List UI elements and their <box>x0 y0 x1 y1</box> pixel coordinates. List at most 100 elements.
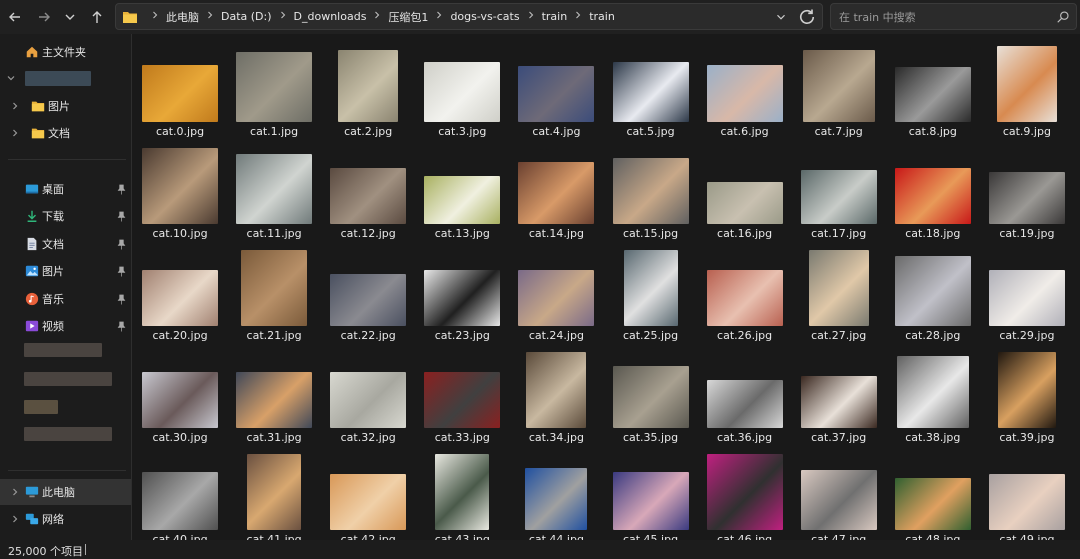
file-tile[interactable]: cat.27.jpg <box>792 249 886 349</box>
file-name[interactable]: cat.4.jpg <box>509 125 603 138</box>
file-tile[interactable]: cat.26.jpg <box>698 249 792 349</box>
file-tile[interactable]: cat.38.jpg <box>886 351 980 451</box>
chevron-right-icon[interactable] <box>279 11 287 22</box>
file-tile[interactable]: cat.19.jpg <box>980 147 1074 247</box>
file-tile[interactable]: cat.29.jpg <box>980 249 1074 349</box>
file-name[interactable]: cat.48.jpg <box>886 533 980 540</box>
file-tile[interactable]: cat.46.jpg <box>698 453 792 540</box>
image-thumbnail[interactable] <box>435 454 490 530</box>
file-tile[interactable]: cat.15.jpg <box>604 147 698 247</box>
image-thumbnail[interactable] <box>236 372 313 428</box>
search-icon[interactable] <box>1056 10 1070 24</box>
redacted-folder[interactable] <box>24 427 112 441</box>
file-name[interactable]: cat.26.jpg <box>698 329 792 342</box>
file-name[interactable]: cat.16.jpg <box>698 227 792 240</box>
file-name[interactable]: cat.1.jpg <box>227 125 321 138</box>
file-name[interactable]: cat.7.jpg <box>792 125 886 138</box>
file-tile[interactable]: cat.14.jpg <box>509 147 603 247</box>
redacted-folder[interactable] <box>24 372 112 386</box>
file-tile[interactable]: cat.6.jpg <box>698 45 792 145</box>
file-name[interactable]: cat.43.jpg <box>415 533 509 540</box>
file-tile[interactable]: cat.5.jpg <box>604 45 698 145</box>
file-name[interactable]: cat.20.jpg <box>133 329 227 342</box>
file-name[interactable]: cat.46.jpg <box>698 533 792 540</box>
image-thumbnail[interactable] <box>706 380 783 428</box>
file-tile[interactable]: cat.23.jpg <box>415 249 509 349</box>
sidebar-item-documents[interactable]: 文档 <box>0 231 131 257</box>
image-thumbnail[interactable] <box>142 472 218 530</box>
image-thumbnail[interactable] <box>808 250 869 326</box>
file-name[interactable]: cat.39.jpg <box>980 431 1074 444</box>
chevron-right-icon[interactable] <box>435 11 443 22</box>
chevron-right-icon[interactable] <box>10 101 20 111</box>
file-tile[interactable]: cat.17.jpg <box>792 147 886 247</box>
search-box[interactable] <box>830 3 1077 30</box>
image-thumbnail[interactable] <box>706 65 783 122</box>
image-thumbnail[interactable] <box>338 50 399 122</box>
file-tile[interactable]: cat.35.jpg <box>604 351 698 451</box>
image-thumbnail[interactable] <box>236 154 313 224</box>
file-tile[interactable]: cat.2.jpg <box>321 45 415 145</box>
image-thumbnail[interactable] <box>330 274 407 326</box>
address-bar[interactable]: 此电脑 Data (D:) D_downloads 压缩包1 dogs-vs-cats t… <box>115 3 823 30</box>
file-tile[interactable]: cat.36.jpg <box>698 351 792 451</box>
file-tile[interactable]: cat.49.jpg <box>980 453 1074 540</box>
file-tile[interactable]: cat.16.jpg <box>698 147 792 247</box>
chevron-right-icon[interactable] <box>10 514 20 524</box>
file-tile[interactable]: cat.43.jpg <box>415 453 509 540</box>
image-thumbnail[interactable] <box>894 67 971 122</box>
file-tile[interactable]: cat.0.jpg <box>133 45 227 145</box>
pin-icon[interactable] <box>117 211 126 222</box>
file-tile[interactable]: cat.32.jpg <box>321 351 415 451</box>
chevron-right-icon[interactable] <box>151 11 159 22</box>
file-tile[interactable]: cat.8.jpg <box>886 45 980 145</box>
file-name[interactable]: cat.21.jpg <box>227 329 321 342</box>
image-thumbnail[interactable] <box>800 170 877 224</box>
file-tile[interactable]: cat.40.jpg <box>133 453 227 540</box>
file-tile[interactable]: cat.22.jpg <box>321 249 415 349</box>
sidebar-item-videos[interactable]: 视频 <box>0 313 131 339</box>
file-name[interactable]: cat.0.jpg <box>133 125 227 138</box>
search-input[interactable] <box>837 8 1041 27</box>
file-name[interactable]: cat.42.jpg <box>321 533 415 540</box>
file-name[interactable]: cat.36.jpg <box>698 431 792 444</box>
file-name[interactable]: cat.40.jpg <box>133 533 227 540</box>
file-name[interactable]: cat.11.jpg <box>227 227 321 240</box>
file-name[interactable]: cat.15.jpg <box>604 227 698 240</box>
image-thumbnail[interactable] <box>142 270 218 326</box>
image-thumbnail[interactable] <box>330 474 407 530</box>
file-name[interactable]: cat.24.jpg <box>509 329 603 342</box>
file-tile[interactable]: cat.34.jpg <box>509 351 603 451</box>
redacted-folder[interactable] <box>24 343 102 357</box>
image-thumbnail[interactable] <box>997 352 1056 428</box>
chevron-right-icon[interactable] <box>574 11 582 22</box>
pin-icon[interactable] <box>117 266 126 277</box>
file-name[interactable]: cat.18.jpg <box>886 227 980 240</box>
image-thumbnail[interactable] <box>518 162 595 224</box>
sidebar-item-this-pc[interactable]: 此电脑 <box>0 479 131 505</box>
file-name[interactable]: cat.41.jpg <box>227 533 321 540</box>
image-thumbnail[interactable] <box>142 65 218 122</box>
breadcrumb-item[interactable]: Data (D:) <box>221 10 272 23</box>
file-name[interactable]: cat.3.jpg <box>415 125 509 138</box>
image-thumbnail[interactable] <box>330 372 407 428</box>
chevron-right-icon[interactable] <box>373 11 381 22</box>
file-name[interactable]: cat.49.jpg <box>980 533 1074 540</box>
image-thumbnail[interactable] <box>612 62 689 122</box>
sidebar-item-home[interactable]: 主文件夹 <box>0 39 131 65</box>
sidebar-item-pictures[interactable]: 图片 <box>0 258 131 284</box>
pin-icon[interactable] <box>117 294 126 305</box>
chevron-right-icon[interactable] <box>10 487 20 497</box>
file-name[interactable]: cat.32.jpg <box>321 431 415 444</box>
image-thumbnail[interactable] <box>800 470 877 530</box>
image-thumbnail[interactable] <box>526 352 587 428</box>
chevron-right-icon[interactable] <box>10 128 20 138</box>
image-thumbnail[interactable] <box>518 66 595 122</box>
sidebar-item-desktop[interactable]: 桌面 <box>0 176 131 202</box>
image-thumbnail[interactable] <box>142 372 218 428</box>
image-thumbnail[interactable] <box>988 474 1065 530</box>
file-tile[interactable]: cat.30.jpg <box>133 351 227 451</box>
file-name[interactable]: cat.8.jpg <box>886 125 980 138</box>
file-name[interactable]: cat.37.jpg <box>792 431 886 444</box>
file-tile[interactable]: cat.42.jpg <box>321 453 415 540</box>
